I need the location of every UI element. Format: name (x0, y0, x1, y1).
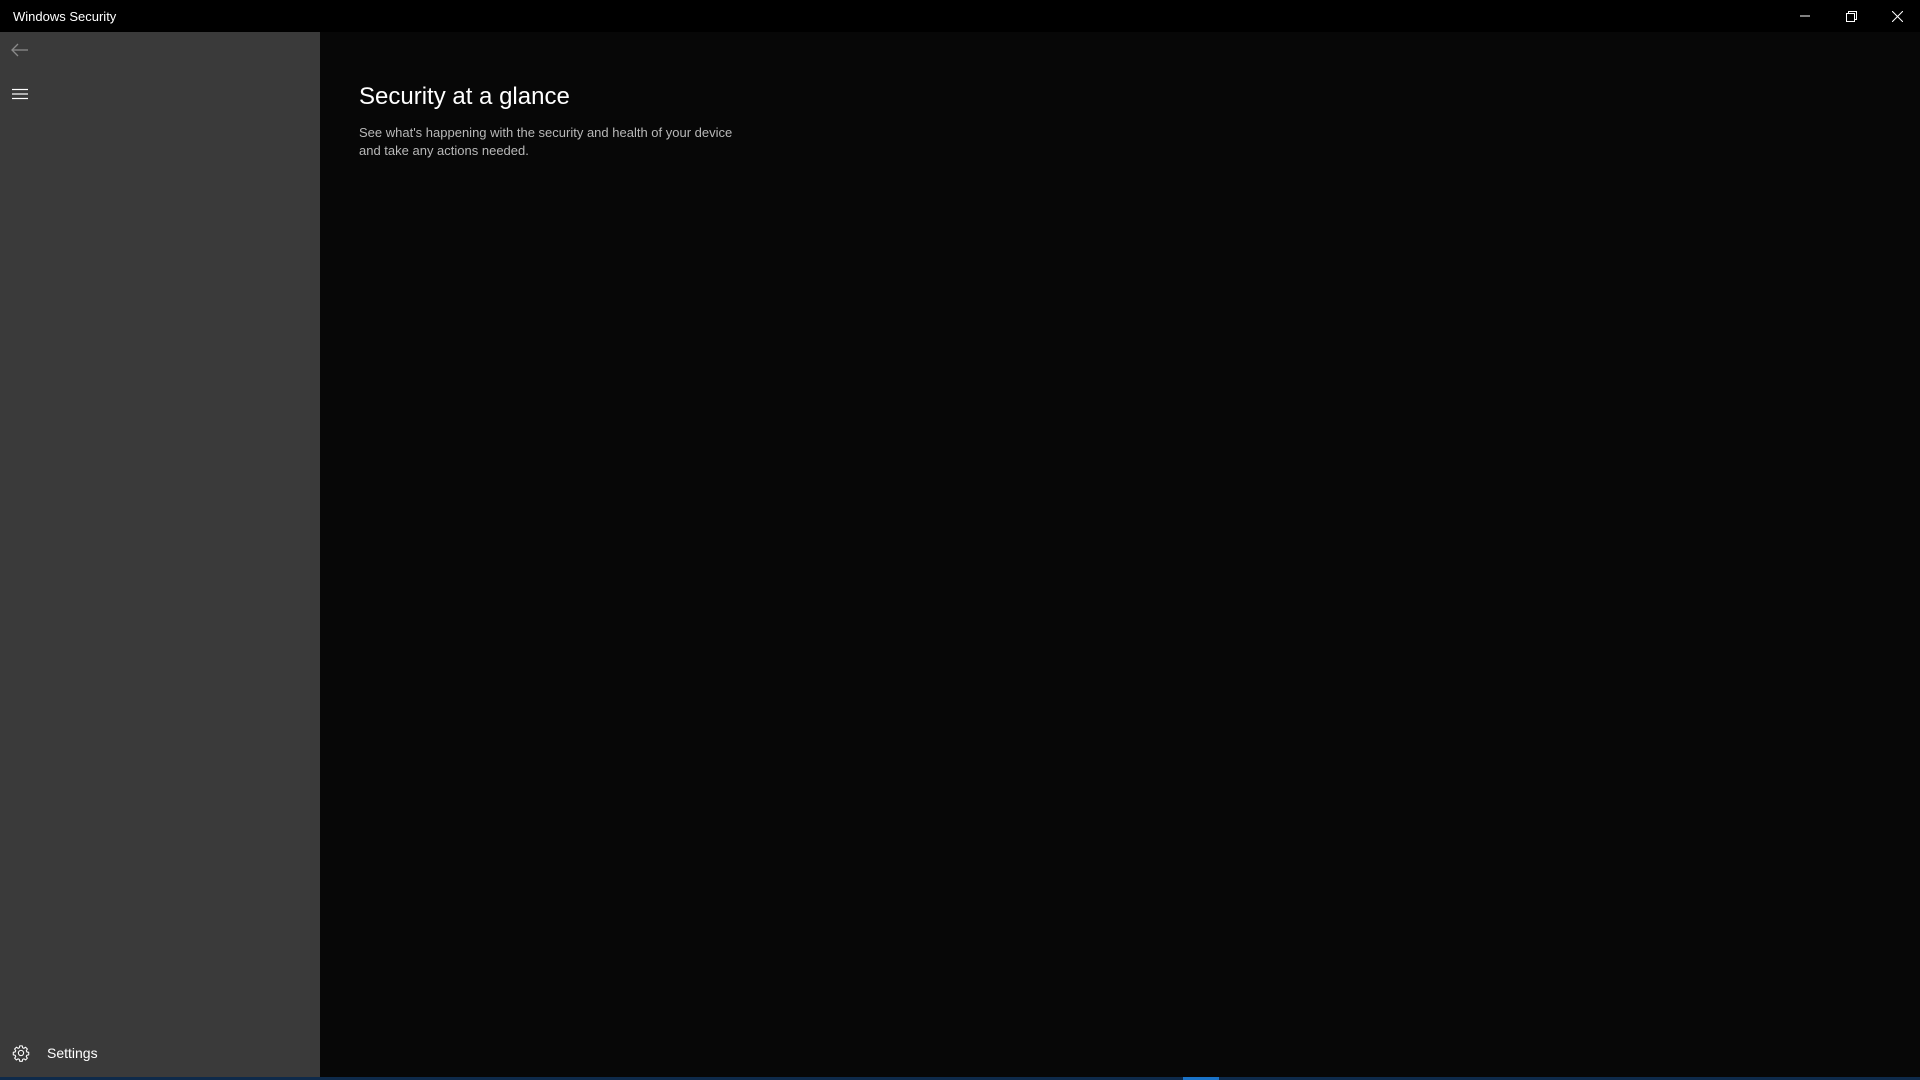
app-title: Windows Security (13, 9, 117, 24)
gear-icon (11, 1043, 31, 1063)
windows-security-window: Windows Security Settings Security at a … (0, 0, 1920, 1080)
main-content: Security at a glance See what's happenin… (320, 32, 1920, 1077)
settings-label: Settings (47, 1045, 98, 1061)
restore-button[interactable] (1828, 0, 1874, 32)
sidebar-item-settings[interactable]: Settings (0, 1029, 320, 1077)
close-button[interactable] (1874, 0, 1920, 32)
back-arrow-icon (11, 43, 29, 62)
page-title: Security at a glance (359, 83, 570, 110)
page-subtitle: See what's happening with the security a… (359, 125, 733, 158)
close-icon (1891, 10, 1903, 22)
hamburger-menu-icon (12, 87, 28, 105)
back-button[interactable] (0, 32, 40, 72)
hamburger-menu-button[interactable] (0, 76, 40, 116)
caption-buttons (1782, 0, 1920, 32)
minimize-button[interactable] (1782, 0, 1828, 32)
navigation-sidebar: Settings (0, 32, 320, 1077)
restore-icon (1845, 10, 1857, 22)
minimize-icon (1800, 11, 1810, 21)
title-bar: Windows Security (0, 0, 1920, 32)
